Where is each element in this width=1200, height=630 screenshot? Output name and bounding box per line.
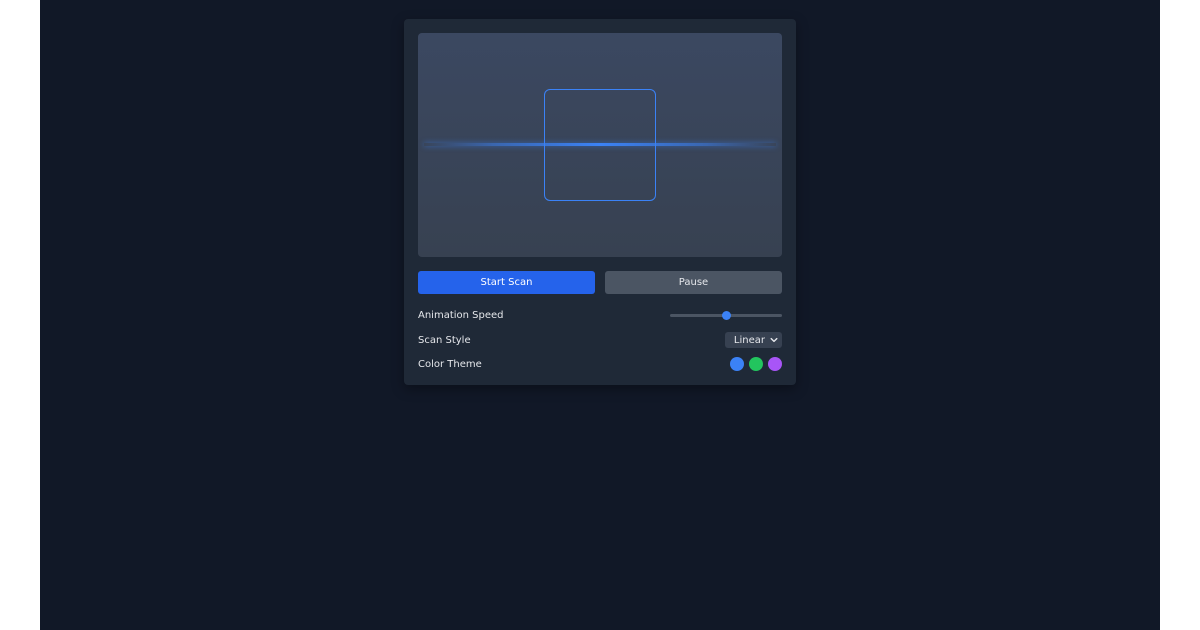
animation-speed-slider[interactable]: [670, 310, 782, 320]
color-theme-swatches: [730, 357, 782, 371]
pause-button[interactable]: Pause: [605, 271, 782, 294]
scanner-panel: Start Scan Pause Animation Speed Scan St…: [404, 19, 796, 385]
animation-speed-label: Animation Speed: [418, 309, 504, 321]
color-theme-label: Color Theme: [418, 358, 482, 370]
scan-style-select[interactable]: Linear: [724, 332, 782, 348]
color-swatch-green[interactable]: [749, 357, 763, 371]
slider-thumb[interactable]: [721, 311, 731, 320]
scan-style-value: Linear: [733, 334, 765, 346]
color-swatch-purple[interactable]: [768, 357, 782, 371]
scan-viewport: [418, 33, 782, 257]
start-scan-button[interactable]: Start Scan: [418, 271, 595, 294]
scan-target-frame: [544, 89, 656, 201]
scan-style-row: Scan Style Linear: [418, 330, 782, 350]
app-background: Start Scan Pause Animation Speed Scan St…: [40, 0, 1160, 630]
scan-style-label: Scan Style: [418, 334, 471, 346]
color-swatch-blue[interactable]: [730, 357, 744, 371]
chevron-down-icon: [770, 337, 778, 343]
animation-speed-row: Animation Speed: [418, 305, 782, 325]
color-theme-row: Color Theme: [418, 354, 782, 374]
